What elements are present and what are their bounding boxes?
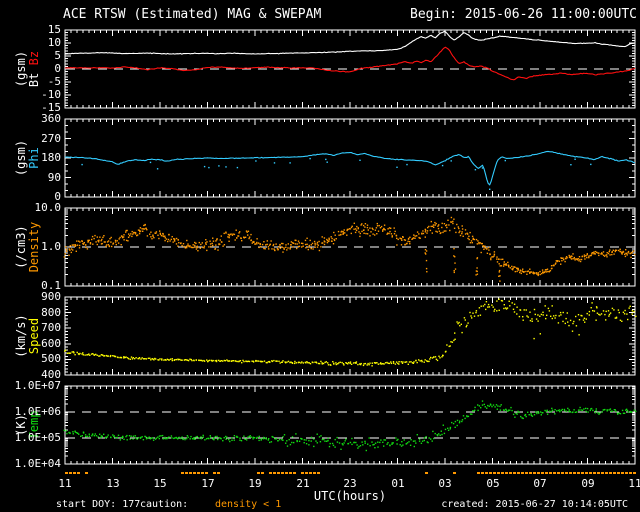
x-axis-label: UTC(hours)	[313, 489, 387, 503]
x-tick-label: 19	[248, 477, 262, 490]
y-tick-label: 90	[47, 171, 61, 184]
y-tick-label: 1.0E+06	[14, 405, 61, 418]
y-tick-label: 360	[41, 112, 61, 125]
x-tick-label: 07	[533, 477, 547, 490]
y-tick-label: 700	[41, 321, 61, 334]
y-axis-label-temp: (K) Temp	[14, 386, 41, 464]
x-tick-label: 11	[58, 477, 72, 490]
caution-label: caution:	[140, 499, 189, 510]
panel-speed	[64, 296, 637, 376]
y-tick-label: 10	[47, 36, 61, 49]
y-tick-label: 180	[41, 151, 61, 164]
panel-density	[63, 207, 636, 287]
y-tick-label: 600	[41, 337, 61, 350]
x-tick-label: 05	[486, 477, 500, 490]
plot-svg	[63, 29, 637, 474]
y-tick-label: 15	[47, 23, 61, 36]
y-tick-label: 1.0E+07	[14, 379, 61, 392]
plot-canvas	[0, 0, 640, 512]
x-tick-label: 11	[628, 477, 640, 490]
y-tick-label: 1.0	[41, 240, 61, 253]
x-tick-label: 17	[201, 477, 215, 490]
created-timestamp: created: 2015-06-27 10:14:05UTC	[441, 499, 628, 510]
x-tick-label: 09	[581, 477, 595, 490]
y-tick-label: 10.0	[34, 201, 62, 214]
panel-temp	[63, 385, 637, 465]
y-tick-label: 500	[41, 352, 61, 365]
y-tick-label: 270	[41, 132, 61, 145]
y-axis-name: Temp	[27, 386, 41, 464]
ace-rtsw-plot: ACE RTSW (Estimated) MAG & SWEPAM Begin:…	[0, 0, 640, 512]
panel-phi	[64, 118, 636, 198]
y-tick-label: 900	[41, 290, 61, 303]
y-tick-label: -5	[47, 75, 61, 88]
start-doy-text: start DOY: 177	[56, 499, 141, 510]
y-tick-label: 0	[54, 62, 61, 75]
x-tick-label: 15	[153, 477, 167, 490]
y-tick-label: 800	[41, 306, 61, 319]
x-tick-label: 13	[106, 477, 120, 490]
y-tick-label: 1.0E+04	[14, 457, 61, 470]
caution-value: density < 1	[215, 499, 282, 510]
panel-bt-bz	[64, 29, 636, 109]
y-tick-label: 5	[54, 49, 61, 62]
y-tick-label: 1.0E+05	[14, 431, 61, 444]
y-tick-label: -10	[41, 88, 61, 101]
x-tick-label: 03	[438, 477, 452, 490]
